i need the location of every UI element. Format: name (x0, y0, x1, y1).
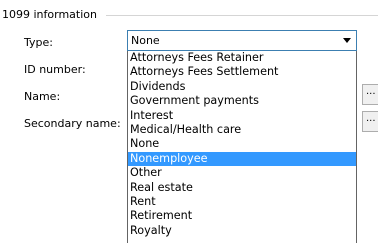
dropdown-option[interactable]: Interest (128, 109, 356, 123)
dropdown-option[interactable]: Medical/Health care (128, 123, 356, 137)
dropdown-option[interactable]: Dividends (128, 80, 356, 94)
form-1099-information: 1099 information Type: ID number: Name: … (0, 0, 378, 243)
name-browse-button[interactable]: ... (362, 84, 378, 105)
dropdown-option[interactable]: Attorneys Fees Settlement (128, 65, 356, 79)
chevron-down-icon[interactable] (343, 38, 351, 43)
dropdown-option[interactable]: Royalty (128, 224, 356, 238)
dropdown-option[interactable]: Government payments (128, 94, 356, 108)
id-number-label: ID number: (24, 63, 86, 76)
type-label: Type: (24, 36, 53, 49)
group-divider (106, 15, 378, 16)
type-combobox-value: None (131, 34, 160, 47)
dropdown-option[interactable]: Rent (128, 195, 356, 209)
dropdown-option[interactable]: Retirement (128, 209, 356, 223)
type-combobox[interactable]: None (127, 30, 357, 51)
dropdown-option[interactable]: Nonemployee (128, 151, 356, 167)
secondary-name-browse-button[interactable]: ... (362, 111, 378, 132)
dropdown-option[interactable]: Other (128, 166, 356, 180)
secondary-name-label: Secondary name: (24, 117, 121, 130)
name-label: Name: (24, 90, 61, 103)
dropdown-option[interactable]: Real estate (128, 181, 356, 195)
dropdown-option[interactable]: None (128, 137, 356, 151)
group-title: 1099 information (2, 8, 101, 21)
dropdown-option[interactable]: Attorneys Fees Retainer (128, 51, 356, 65)
type-dropdown-list: Attorneys Fees Retainer Attorneys Fees Se… (127, 51, 357, 243)
